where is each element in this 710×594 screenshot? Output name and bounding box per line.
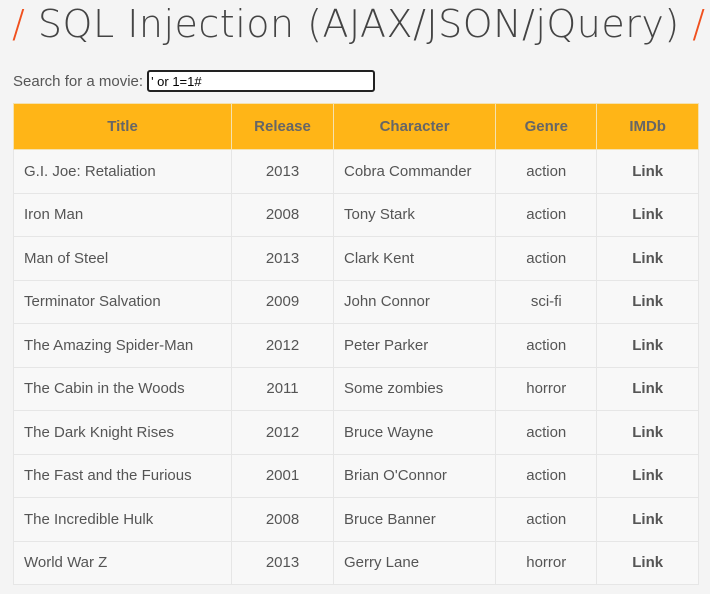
title-cell: The Dark Knight Rises bbox=[12, 410, 233, 455]
character-cell: Gerry Lane bbox=[332, 540, 497, 585]
imdb-cell: Link bbox=[596, 453, 699, 498]
title-cell: G.I. Joe: Retaliation bbox=[12, 149, 233, 194]
title-cell: The Amazing Spider-Man bbox=[12, 323, 233, 368]
slash-decoration: / bbox=[692, 2, 706, 46]
imdb-link[interactable]: Link bbox=[632, 424, 663, 441]
release-cell: 2001 bbox=[231, 453, 334, 498]
character-cell: John Connor bbox=[332, 279, 497, 324]
genre-cell: sci-fi bbox=[495, 279, 598, 324]
genre-cell: action bbox=[495, 323, 598, 368]
search-label: Search for a movie: bbox=[13, 72, 144, 90]
character-cell: Cobra Commander bbox=[332, 149, 497, 194]
genre-cell: action bbox=[495, 236, 598, 281]
genre-cell: action bbox=[495, 497, 598, 542]
imdb-link[interactable]: Link bbox=[632, 250, 663, 267]
genre-cell: action bbox=[495, 410, 598, 455]
table-row: Terminator Salvation 2009 John Connor sci-f… bbox=[12, 279, 699, 324]
column-header-release: Release bbox=[231, 103, 334, 150]
character-cell: Tony Stark bbox=[332, 192, 497, 237]
genre-cell: horror bbox=[495, 366, 598, 411]
release-cell: 2012 bbox=[231, 323, 334, 368]
table-row: The Amazing Spider-Man 2012 Peter Parker ac… bbox=[12, 323, 699, 368]
release-cell: 2011 bbox=[231, 366, 334, 411]
search-form: Search for a movie: bbox=[13, 70, 376, 92]
imdb-cell: Link bbox=[596, 236, 699, 281]
column-header-character: Character bbox=[332, 103, 497, 150]
imdb-cell: Link bbox=[596, 497, 699, 542]
imdb-cell: Link bbox=[596, 192, 699, 237]
table-row: The Cabin in the Woods 2011 Some zombies ho… bbox=[12, 366, 699, 411]
imdb-link[interactable]: Link bbox=[632, 337, 663, 354]
character-cell: Peter Parker bbox=[332, 323, 497, 368]
title-cell: World War Z bbox=[12, 540, 233, 585]
release-cell: 2012 bbox=[231, 410, 334, 455]
title-cell: The Cabin in the Woods bbox=[12, 366, 233, 411]
table-row: G.I. Joe: Retaliation 2013 Cobra Commander… bbox=[12, 149, 699, 194]
imdb-cell: Link bbox=[596, 279, 699, 324]
title-cell: The Incredible Hulk bbox=[12, 497, 233, 542]
page-title: / SQL Injection (AJAX/JSON/jQuery) / bbox=[12, 2, 706, 46]
imdb-cell: Link bbox=[596, 323, 699, 368]
imdb-link[interactable]: Link bbox=[632, 293, 663, 310]
title-text: SQL Injection (AJAX/JSON/jQuery) bbox=[37, 2, 680, 46]
imdb-link[interactable]: Link bbox=[632, 380, 663, 397]
search-input[interactable] bbox=[147, 70, 376, 92]
character-cell: Bruce Banner bbox=[332, 497, 497, 542]
table-row: The Fast and the Furious 2001 Brian O'Conn… bbox=[12, 453, 699, 498]
slash-decoration: / bbox=[12, 2, 26, 46]
title-cell: Terminator Salvation bbox=[12, 279, 233, 324]
imdb-cell: Link bbox=[596, 149, 699, 194]
release-cell: 2013 bbox=[231, 149, 334, 194]
release-cell: 2009 bbox=[231, 279, 334, 324]
imdb-cell: Link bbox=[596, 540, 699, 585]
title-cell: The Fast and the Furious bbox=[12, 453, 233, 498]
imdb-link[interactable]: Link bbox=[632, 554, 663, 571]
release-cell: 2008 bbox=[231, 192, 334, 237]
movies-table: Title Release Character Genre IMDb G.I. Joe:… bbox=[12, 103, 699, 585]
title-cell: Man of Steel bbox=[12, 236, 233, 281]
table-row: Man of Steel 2013 Clark Kent action Link bbox=[12, 236, 699, 281]
imdb-cell: Link bbox=[596, 410, 699, 455]
genre-cell: action bbox=[495, 149, 598, 194]
character-cell: Some zombies bbox=[332, 366, 497, 411]
column-header-imdb: IMDb bbox=[596, 103, 699, 150]
column-header-genre: Genre bbox=[495, 103, 598, 150]
imdb-link[interactable]: Link bbox=[632, 206, 663, 223]
character-cell: Brian O'Connor bbox=[332, 453, 497, 498]
character-cell: Bruce Wayne bbox=[332, 410, 497, 455]
table-row: The Incredible Hulk 2008 Bruce Banner actio… bbox=[12, 497, 699, 542]
imdb-link[interactable]: Link bbox=[632, 163, 663, 180]
genre-cell: action bbox=[495, 453, 598, 498]
table-row: World War Z 2013 Gerry Lane horror Link bbox=[12, 540, 699, 585]
table-row: The Dark Knight Rises 2012 Bruce Wayne acti… bbox=[12, 410, 699, 455]
release-cell: 2008 bbox=[231, 497, 334, 542]
genre-cell: horror bbox=[495, 540, 598, 585]
imdb-link[interactable]: Link bbox=[632, 511, 663, 528]
character-cell: Clark Kent bbox=[332, 236, 497, 281]
imdb-cell: Link bbox=[596, 366, 699, 411]
table-row: Iron Man 2008 Tony Stark action Link bbox=[12, 192, 699, 237]
release-cell: 2013 bbox=[231, 236, 334, 281]
imdb-link[interactable]: Link bbox=[632, 467, 663, 484]
title-cell: Iron Man bbox=[12, 192, 233, 237]
genre-cell: action bbox=[495, 192, 598, 237]
column-header-title: Title bbox=[12, 103, 233, 150]
table-header: Title Release Character Genre IMDb bbox=[12, 103, 699, 150]
release-cell: 2013 bbox=[231, 540, 334, 585]
